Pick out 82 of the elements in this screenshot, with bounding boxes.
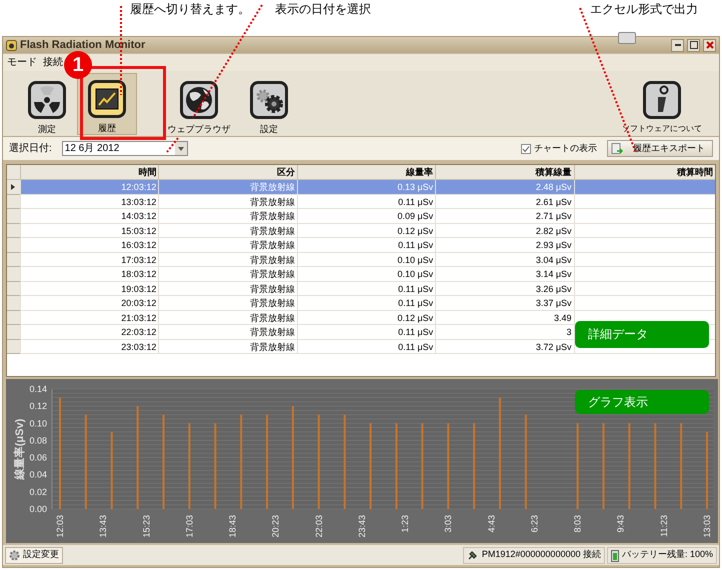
date-dropdown[interactable]: 12 6月 2012 bbox=[62, 141, 188, 156]
column-header[interactable]: 線量率 bbox=[296, 165, 436, 179]
table-cell: 0.11 μSv bbox=[296, 340, 436, 354]
tick-label: 9:43 bbox=[616, 515, 626, 533]
menu-item[interactable]: モード bbox=[7, 55, 37, 70]
radiation-icon bbox=[27, 80, 67, 120]
table-row[interactable]: 14:03:12 背景放射線 0.09 μSv 2.71 μSv bbox=[7, 209, 715, 224]
leader-line bbox=[166, 137, 179, 153]
tick-label: 13:43 bbox=[98, 515, 108, 538]
table-row[interactable]: 18:03:12 背景放射線 0.10 μSv 3.14 μSv bbox=[7, 267, 715, 282]
tick-label: 0.04 bbox=[29, 470, 47, 480]
document-icon bbox=[611, 142, 623, 154]
tick-label: 4:43 bbox=[486, 515, 496, 533]
tick-label: 11:23 bbox=[658, 515, 669, 537]
tick-label: 0.08 bbox=[29, 435, 47, 446]
table-row[interactable]: 15:03:12 背景放射線 0.12 μSv 2.82 μSv bbox=[7, 224, 715, 238]
callout-label: グラフ表示 bbox=[575, 390, 709, 414]
dock-button[interactable] bbox=[618, 32, 636, 44]
tick-label: 1:23 bbox=[400, 515, 410, 533]
checkbox-icon bbox=[521, 144, 531, 154]
close-button[interactable] bbox=[703, 38, 716, 52]
column-header[interactable]: 積算線量 bbox=[435, 165, 574, 179]
table-row[interactable]: 20:03:12 背景放射線 0.11 μSv 3.37 μSv bbox=[7, 296, 715, 310]
close-icon bbox=[706, 41, 714, 49]
callout-label: 詳細データ bbox=[575, 321, 709, 348]
table-row[interactable]: 16:03:12 背景放射線 0.11 μSv 2.93 μSv bbox=[7, 238, 715, 252]
battery-status: バッテリー残量: 100% bbox=[622, 548, 713, 562]
tick-label: 12:03 bbox=[55, 515, 65, 538]
column-header[interactable]: 時間 bbox=[20, 165, 158, 179]
window-title: Flash Radiation Monitor bbox=[20, 38, 146, 53]
table-cell: 23:03:12 bbox=[20, 340, 158, 354]
tick-label: 17:03 bbox=[184, 515, 194, 538]
tick-label: 6:23 bbox=[529, 515, 540, 533]
tick-label: 18:43 bbox=[228, 515, 238, 538]
toolbar-button[interactable]: 設定 bbox=[239, 73, 299, 135]
minimize-icon bbox=[674, 44, 680, 46]
menu-item[interactable]: 接続 bbox=[43, 55, 63, 70]
table-cell: 背景放射線 bbox=[158, 340, 297, 354]
tick-label: 0.00 bbox=[29, 504, 47, 514]
annotation-text: エクセル形式で出力 bbox=[590, 1, 698, 18]
toolbar-button[interactable]: ソフトウェアについて bbox=[619, 73, 705, 135]
minimize-button[interactable] bbox=[671, 38, 684, 52]
table-row[interactable]: 13:03:12 背景放射線 0.11 μSv 2.61 μSv bbox=[7, 194, 715, 209]
globe-icon bbox=[179, 80, 219, 120]
connection-status: PM1912#000000000000 接続 bbox=[482, 548, 601, 562]
tick-label: 0.12 bbox=[29, 401, 47, 412]
maximize-icon bbox=[690, 41, 698, 49]
annotation-text: 表示の日付を選択 bbox=[275, 1, 371, 18]
tick-label: 0.14 bbox=[29, 384, 47, 394]
column-header[interactable]: 積算時間 bbox=[574, 165, 715, 179]
plug-icon bbox=[466, 549, 479, 561]
tick-label: 20:23 bbox=[270, 515, 281, 538]
tick-label: 3:03 bbox=[443, 515, 454, 533]
tick-label: 23:43 bbox=[356, 515, 367, 538]
battery-icon bbox=[610, 548, 619, 562]
field-label: 選択日付: bbox=[9, 142, 52, 156]
axis-title: 線量率(μSv) bbox=[14, 418, 26, 480]
tick-label: 15:23 bbox=[141, 515, 152, 538]
toolbar-button[interactable]: 履歴 bbox=[77, 73, 137, 135]
export-button[interactable]: 履歴エキスポート bbox=[607, 140, 713, 157]
maximize-button[interactable] bbox=[687, 38, 700, 52]
tick-label: 0.02 bbox=[29, 486, 47, 497]
row-pointer-icon bbox=[11, 184, 16, 190]
table-cell: 3.72 μSv bbox=[435, 340, 574, 354]
annotation-text: 履歴へ切り替えます。 bbox=[130, 1, 250, 18]
tick-label: 22:03 bbox=[314, 515, 324, 538]
tick-label: 0.10 bbox=[29, 418, 47, 428]
column-header[interactable]: 区分 bbox=[158, 165, 297, 179]
caret-icon bbox=[174, 142, 187, 155]
tick-label: 13:03 bbox=[702, 515, 712, 538]
chart-checkbox[interactable]: チャートの表示 bbox=[521, 142, 597, 156]
app-icon bbox=[6, 40, 17, 50]
chart-icon bbox=[87, 79, 127, 119]
tick-label: 8:03 bbox=[572, 515, 583, 533]
settings-change-button[interactable]: 設定変更 bbox=[5, 546, 63, 564]
info-icon bbox=[642, 80, 682, 120]
gears-icon bbox=[249, 80, 289, 120]
tick-label: 0.06 bbox=[29, 452, 47, 463]
table-row[interactable]: 19:03:12 背景放射線 0.11 μSv 3.26 μSv bbox=[7, 282, 715, 296]
toolbar-button[interactable]: ウェブブラウザ bbox=[165, 73, 233, 135]
table-row[interactable]: 17:03:12 背景放射線 0.10 μSv 3.04 μSv bbox=[7, 252, 715, 267]
gear-icon bbox=[9, 550, 20, 560]
